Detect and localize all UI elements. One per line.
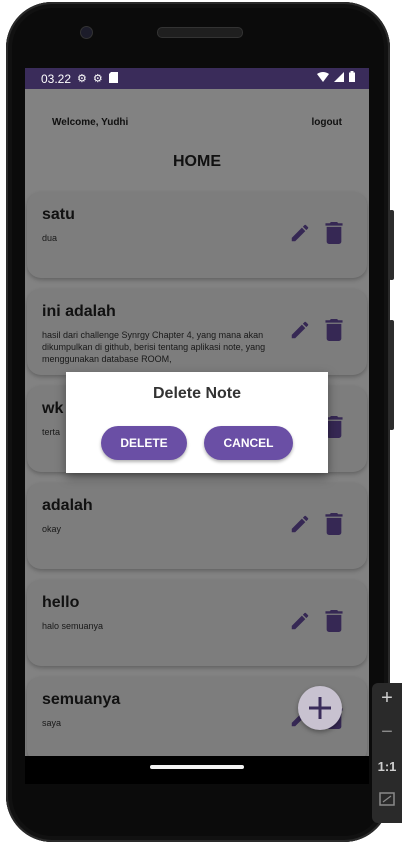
plus-icon bbox=[309, 697, 331, 719]
status-bar: 03.22 ⚙ ⚙ bbox=[25, 68, 369, 89]
volume-button bbox=[389, 320, 394, 430]
zoom-in-button[interactable]: + bbox=[372, 687, 402, 710]
status-time: 03.22 bbox=[41, 71, 72, 86]
home-indicator[interactable] bbox=[150, 765, 244, 769]
dialog-title: Delete Note bbox=[152, 385, 242, 402]
actual-size-button[interactable]: 1:1 bbox=[372, 759, 402, 774]
add-note-button[interactable] bbox=[298, 686, 342, 730]
delete-dialog: Delete Note DELETE CANCEL bbox=[66, 372, 328, 473]
navigation-bar bbox=[25, 756, 369, 784]
battery-icon bbox=[349, 71, 355, 85]
power-button bbox=[389, 210, 394, 280]
gear-icon: ⚙ bbox=[92, 73, 103, 85]
gear-icon: ⚙ bbox=[77, 73, 87, 85]
zoom-out-button[interactable]: − bbox=[372, 721, 402, 744]
front-camera bbox=[80, 26, 93, 39]
earpiece-speaker bbox=[157, 27, 243, 38]
signal-icon bbox=[334, 71, 344, 85]
cancel-button[interactable]: CANCEL bbox=[204, 426, 293, 460]
emulator-zoom-panel: + − 1:1 bbox=[372, 683, 402, 823]
phone-screen: 03.22 ⚙ ⚙ Welcome, Yudhi logout HOME sat… bbox=[25, 68, 369, 756]
sd-card-icon bbox=[108, 71, 118, 86]
delete-button[interactable]: DELETE bbox=[101, 426, 187, 460]
fit-screen-icon[interactable] bbox=[372, 791, 402, 812]
wifi-icon bbox=[317, 71, 329, 85]
